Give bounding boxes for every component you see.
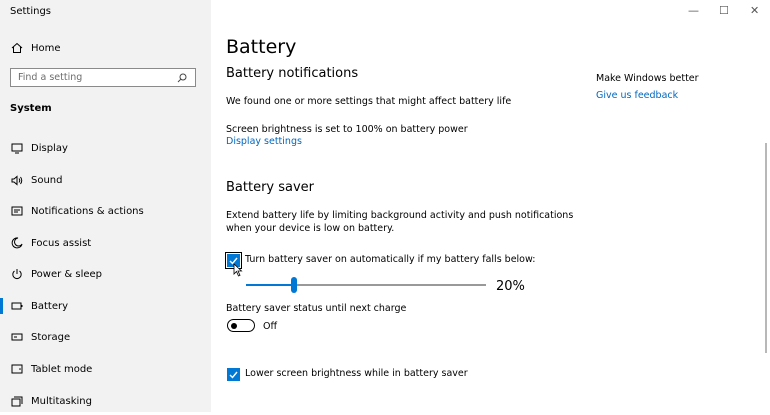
sidebar-item-label: Display <box>31 142 68 154</box>
storage-icon <box>10 330 24 344</box>
saver-status-label: Battery saver status until next charge <box>226 303 407 314</box>
search-icon[interactable] <box>177 73 191 83</box>
sidebar-item-display[interactable]: Display <box>0 134 211 162</box>
search-input[interactable]: Find a setting <box>10 68 196 87</box>
sidebar: Settings Home Find a setting System Disp… <box>0 0 211 412</box>
make-windows-better-heading: Make Windows better <box>596 73 699 84</box>
sidebar-item-label: Focus assist <box>31 237 92 249</box>
speaker-icon <box>10 173 24 187</box>
saver-description-line2: when your device is low on battery. <box>226 223 395 234</box>
sidebar-item-label: Notifications & actions <box>31 205 144 217</box>
sidebar-item-home[interactable]: Home <box>0 34 211 62</box>
slider-thumb[interactable] <box>291 277 297 293</box>
maximize-button[interactable]: ☐ <box>719 4 729 17</box>
lower-brightness-label: Lower screen brightness while in battery… <box>245 368 468 379</box>
sidebar-item-label: Tablet mode <box>31 363 93 375</box>
display-icon <box>10 141 24 155</box>
give-feedback-link[interactable]: Give us feedback <box>596 90 678 101</box>
sidebar-item-multitasking[interactable]: Multitasking <box>0 387 211 415</box>
power-icon <box>10 267 24 281</box>
home-icon <box>10 41 24 55</box>
sidebar-item-notifications[interactable]: Notifications & actions <box>0 197 211 225</box>
sidebar-item-battery[interactable]: Battery <box>0 292 211 320</box>
sidebar-item-label: Multitasking <box>31 395 92 407</box>
toggle-knob <box>231 322 237 329</box>
lower-brightness-checkbox[interactable] <box>227 368 240 381</box>
moon-icon <box>10 236 24 250</box>
sidebar-item-label: Home <box>31 42 61 54</box>
saver-description-line1: Extend battery life by limiting backgrou… <box>226 210 574 221</box>
slider-fill <box>246 284 294 286</box>
sidebar-item-power-sleep[interactable]: Power & sleep <box>0 260 211 288</box>
sidebar-item-tablet-mode[interactable]: Tablet mode <box>0 355 211 383</box>
sidebar-item-label: Sound <box>31 174 63 186</box>
scrollbar[interactable] <box>765 143 767 353</box>
tablet-icon <box>10 362 24 376</box>
checkmark-icon <box>229 371 238 379</box>
battery-icon <box>10 299 24 313</box>
battery-threshold-slider[interactable] <box>246 277 486 293</box>
search-placeholder: Find a setting <box>18 72 83 83</box>
notifications-icon <box>10 204 24 218</box>
close-button[interactable]: ✕ <box>750 4 759 17</box>
notification-message: We found one or more settings that might… <box>226 96 512 107</box>
multitasking-icon <box>10 394 24 408</box>
sidebar-item-storage[interactable]: Storage <box>0 323 211 351</box>
display-settings-link[interactable]: Display settings <box>226 136 302 147</box>
mouse-cursor-icon <box>233 263 243 277</box>
sidebar-item-focus-assist[interactable]: Focus assist <box>0 229 211 257</box>
saver-status-toggle[interactable] <box>227 319 255 332</box>
sidebar-item-sound[interactable]: Sound <box>0 166 211 194</box>
sidebar-item-label: Power & sleep <box>31 268 103 280</box>
page-title: Battery <box>226 36 297 58</box>
sidebar-item-label: Storage <box>31 331 71 343</box>
sidebar-item-label: Battery <box>31 300 69 312</box>
battery-saver-heading: Battery saver <box>226 180 315 195</box>
app-title: Settings <box>10 6 52 17</box>
minimize-button[interactable]: — <box>688 4 699 17</box>
auto-saver-label: Turn battery saver on automatically if m… <box>245 254 536 265</box>
section-label-system: System <box>10 103 52 114</box>
brightness-note: Screen brightness is set to 100% on batt… <box>226 124 468 135</box>
toggle-state-label: Off <box>263 321 278 332</box>
threshold-value: 20% <box>496 279 525 294</box>
battery-notifications-heading: Battery notifications <box>226 66 359 81</box>
